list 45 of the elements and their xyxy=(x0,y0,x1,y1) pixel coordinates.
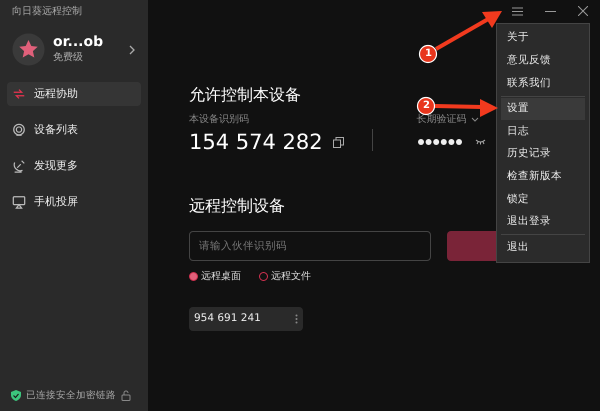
shield-check-icon xyxy=(11,390,21,402)
plan-label: 免费级 xyxy=(53,51,83,65)
menu-item[interactable]: 锁定 xyxy=(501,188,585,211)
copy-icon[interactable] xyxy=(332,136,344,148)
password-dots-icon xyxy=(416,138,463,146)
annotation-number: 1 xyxy=(425,48,432,60)
recent-device-chip[interactable]: 954 691 241 xyxy=(189,307,303,331)
menu-item[interactable]: 退出登录 xyxy=(501,210,585,234)
field-label: 本设备识别码 xyxy=(189,112,249,127)
menu-item[interactable]: 关于 xyxy=(501,27,585,50)
chevron-down-icon[interactable] xyxy=(470,116,479,122)
swap-arrows-icon xyxy=(12,87,26,101)
device-circle-icon xyxy=(12,123,26,137)
nav-item[interactable]: 发现更多 xyxy=(7,154,141,178)
closed-eye-icon[interactable] xyxy=(474,139,486,145)
section-heading: 允许控制本设备 xyxy=(189,84,301,106)
menu-item[interactable]: 退出 xyxy=(501,236,585,259)
nav-item[interactable]: 手机投屏 xyxy=(7,190,141,214)
app-title: 向日葵远程控制 xyxy=(12,5,82,19)
unlock-icon[interactable] xyxy=(121,390,131,402)
device-id: 154 574 282 xyxy=(189,129,323,156)
section-heading: 远程控制设备 xyxy=(189,195,285,217)
menu-item[interactable]: 设置 xyxy=(501,98,585,120)
partner-id-field[interactable]: 请输入伙伴识别码 xyxy=(189,231,431,261)
menu-item[interactable]: 联系我们 xyxy=(501,72,585,95)
menu-item[interactable]: 历史记录 xyxy=(501,142,585,166)
chevron-right-icon[interactable] xyxy=(128,44,136,54)
field-label: 长期验证码 xyxy=(416,112,467,127)
nav-item[interactable]: 设备列表 xyxy=(7,118,141,142)
annotation-number: 2 xyxy=(423,100,430,112)
radio-label[interactable]: 远程桌面 xyxy=(201,269,241,284)
monitor-icon xyxy=(12,195,26,209)
menu-item[interactable]: 日志 xyxy=(501,120,585,143)
user-name: or...ob xyxy=(53,34,104,51)
radio-button[interactable] xyxy=(259,272,268,281)
radio-label[interactable]: 远程文件 xyxy=(271,269,311,284)
more-vertical-icon[interactable] xyxy=(295,314,298,324)
menu-item[interactable]: 意见反馈 xyxy=(501,50,585,72)
nav-item[interactable]: 远程协助 xyxy=(7,82,141,106)
connection-status: 已连接安全加密链路 xyxy=(26,388,116,403)
radio-button[interactable] xyxy=(189,272,198,281)
close-icon[interactable] xyxy=(578,6,588,16)
menu-icon[interactable] xyxy=(512,6,523,16)
menu-item[interactable]: 检查新版本 xyxy=(501,166,585,188)
satellite-dish-icon xyxy=(12,159,26,173)
